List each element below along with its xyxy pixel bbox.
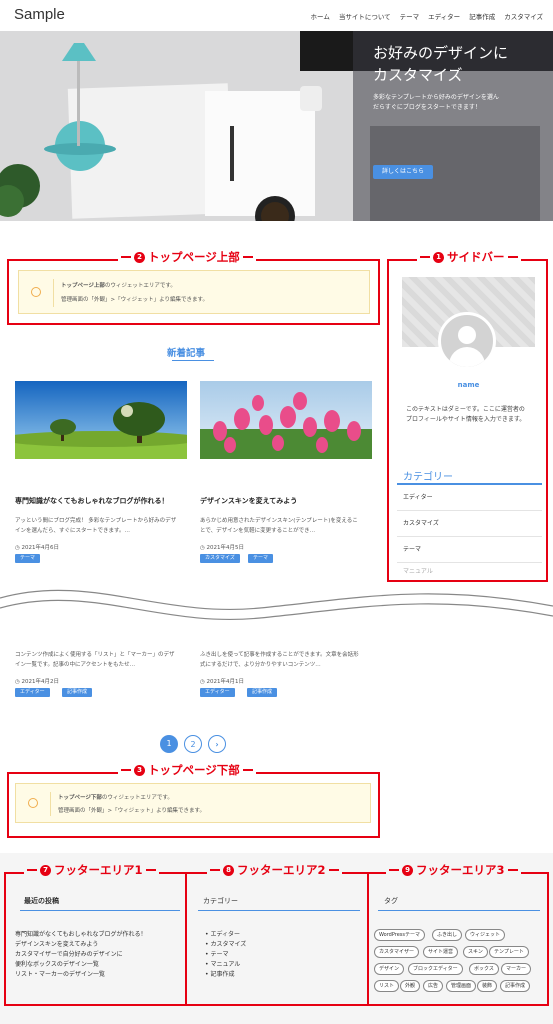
heading-underline (172, 360, 214, 361)
annotation-label-footer1: 7 フッターエリア1 (24, 862, 159, 878)
tag-cloud-item[interactable]: カスタマイザー (374, 946, 420, 958)
tag-cloud-item[interactable]: 管理画面 (446, 980, 477, 992)
post-excerpt: ふき出しを使って記事を作成することができます。文章を会話形 式にするだけで、より分… (200, 652, 359, 668)
tag-cloud-item[interactable]: サイト運営 (423, 946, 459, 958)
post-tag-chip[interactable]: テーマ (15, 554, 41, 563)
footer-recent-post-link[interactable]: 便利なボックスのデザイン一覧 (15, 960, 147, 970)
nav-item-theme[interactable]: テーマ (400, 11, 420, 21)
profile-description: このテキストはダミーです。ここに運営者の プロフィールやサイト情報を入力できます… (406, 406, 526, 423)
hero-more-button[interactable]: 詳しくはこちら (373, 165, 433, 179)
tag-cloud-item[interactable]: デザイン (374, 963, 405, 975)
annotation-label-footer2: 8 フッターエリア2 (207, 862, 342, 878)
post-date: ◷ 2021年4月6日 (15, 545, 60, 551)
footer-category-item[interactable]: • テーマ (205, 950, 246, 960)
sidebar-category-item[interactable]: カスタマイズ (397, 511, 542, 537)
tag-cloud-item[interactable]: リスト (374, 980, 400, 992)
post-excerpt: アッという間にブログ完成！ 多彩なテンプレートから好みのデザ インを選んだら、すぐ… (15, 518, 177, 534)
post-excerpt: あらかじめ用意されたデザインスキン(テンプレート)を変えるこ とで、デザインを気軽… (200, 518, 358, 534)
footer-category-item[interactable]: • 記事作成 (205, 970, 246, 980)
footer-recent-post-link[interactable]: カスタマイザーで自分好みのデザインに (15, 950, 147, 960)
pagination-next-icon[interactable]: › (208, 735, 226, 753)
footer-category-item[interactable]: • マニュアル (205, 960, 246, 970)
pagination-page[interactable]: 2 (184, 735, 202, 753)
post-tag-chip[interactable]: カスタマイズ (200, 554, 240, 563)
annotation-label-footer3: 9 フッターエリア3 (386, 862, 521, 878)
post-date: ◷ 2021年4月2日 (15, 679, 60, 685)
post-thumbnail-tree[interactable] (15, 381, 187, 459)
pagination-page-current[interactable]: 1 (160, 735, 178, 753)
nav-item-writing[interactable]: 記事作成 (469, 11, 495, 21)
post-date: ◷ 2021年4月5日 (200, 545, 245, 551)
post-title[interactable]: デザインスキンを変えてみよう (200, 496, 375, 506)
footer-category-item[interactable]: • エディター (205, 930, 246, 940)
tag-cloud-item[interactable]: テンプレート (489, 946, 529, 958)
lightbulb-icon (28, 798, 38, 808)
post-tag-chip[interactable]: テーマ (248, 554, 274, 563)
tag-cloud-item[interactable]: 広告 (423, 980, 444, 992)
post-title[interactable]: 専門知識がなくてもおしゃれなブログが作れる！ (15, 496, 190, 506)
footer-recent-post-link[interactable]: リスト・マーカーのデザイン一覧 (15, 970, 147, 980)
footer-category-item[interactable]: • カスタマイズ (205, 940, 246, 950)
site-title[interactable]: Sample (14, 6, 65, 23)
annotation-label-sidebar: 1 サイドバー (417, 249, 521, 265)
post-tag-chip[interactable]: 記事作成 (62, 688, 93, 697)
post-thumbnail-tulips[interactable] (200, 381, 372, 459)
avatar (438, 312, 496, 370)
footer-category-heading: カテゴリー (203, 897, 238, 905)
tag-cloud-item[interactable]: 記事作成 (500, 980, 531, 992)
nav-item-customize[interactable]: カスタマイズ (504, 11, 543, 21)
post-tag-chip[interactable]: エディター (200, 688, 235, 697)
sidebar-category-heading: カテゴリー (397, 463, 542, 485)
nav-item-editor[interactable]: エディター (428, 11, 460, 21)
tag-cloud-item[interactable]: マーカー (501, 963, 532, 975)
torn-page-divider (0, 589, 553, 621)
tag-cloud-item[interactable]: スキン (463, 946, 488, 958)
post-excerpt: コンテンツ作成によく使用する「リスト」と「マーカー」のデザ イン一覧です。記事の中… (15, 652, 175, 668)
new-posts-heading: 新着記事 (166, 348, 205, 359)
footer-recent-posts-list: 専門知識がなくてもおしゃれなブログが作れる！ デザインスキンを変えてみよう カス… (15, 930, 147, 980)
footer-recent-posts-heading: 最近の投稿 (24, 897, 59, 905)
sidebar-category-item[interactable]: テーマ (397, 537, 542, 563)
tag-cloud-item[interactable]: ふき出し (432, 929, 463, 941)
tag-cloud-item[interactable]: 外観 (400, 980, 421, 992)
footer-tag-heading: タグ (384, 897, 398, 905)
tag-cloud-item[interactable]: ウィジェット (465, 929, 506, 941)
profile-name: name (457, 381, 480, 389)
tag-cloud-item[interactable]: 装飾 (477, 980, 498, 992)
footer-recent-post-link[interactable]: デザインスキンを変えてみよう (15, 940, 147, 950)
lightbulb-icon (31, 287, 41, 297)
nav-item-about[interactable]: 当サイトについて (339, 11, 391, 21)
annotation-label-top-lower: 3 トップページ下部 (118, 762, 256, 778)
sidebar-category-item[interactable]: エディター (397, 485, 542, 511)
hero-text: 多彩なテンプレートから好みのデザインを選ん だらすぐにブログをスタートできます！ (373, 94, 499, 111)
post-date: ◷ 2021年4月1日 (200, 679, 245, 685)
tag-cloud-item[interactable]: ボックス (469, 963, 499, 975)
top-upper-widget-note: トップページ上部のウィジェットエリアです。 管理画面の「外観」>「ウィジェット」… (18, 270, 370, 314)
post-tag-chip[interactable]: 記事作成 (247, 688, 278, 697)
hero-title: お好みのデザインに カスタマイズ (373, 44, 509, 84)
top-lower-widget-note: トップページ下部のウィジェットエリアです。 管理画面の「外観」>「ウィジェット」… (15, 783, 371, 823)
global-nav: ホーム 当サイトについて テーマ エディター 記事作成 カスタマイズ (311, 11, 543, 21)
footer-recent-post-link[interactable]: 専門知識がなくてもおしゃれなブログが作れる！ (15, 930, 147, 940)
tag-cloud-item[interactable]: ブロックエディター (408, 963, 463, 975)
tag-cloud-item[interactable]: WordPressテーマ (374, 929, 426, 941)
post-tag-chip[interactable]: エディター (15, 688, 50, 697)
nav-item-home[interactable]: ホーム (311, 11, 330, 21)
footer-category-list: • エディター • カスタマイズ • テーマ • マニュアル • 記事作成 (205, 930, 246, 980)
annotation-label-top-upper: 2 トップページ上部 (118, 249, 256, 265)
